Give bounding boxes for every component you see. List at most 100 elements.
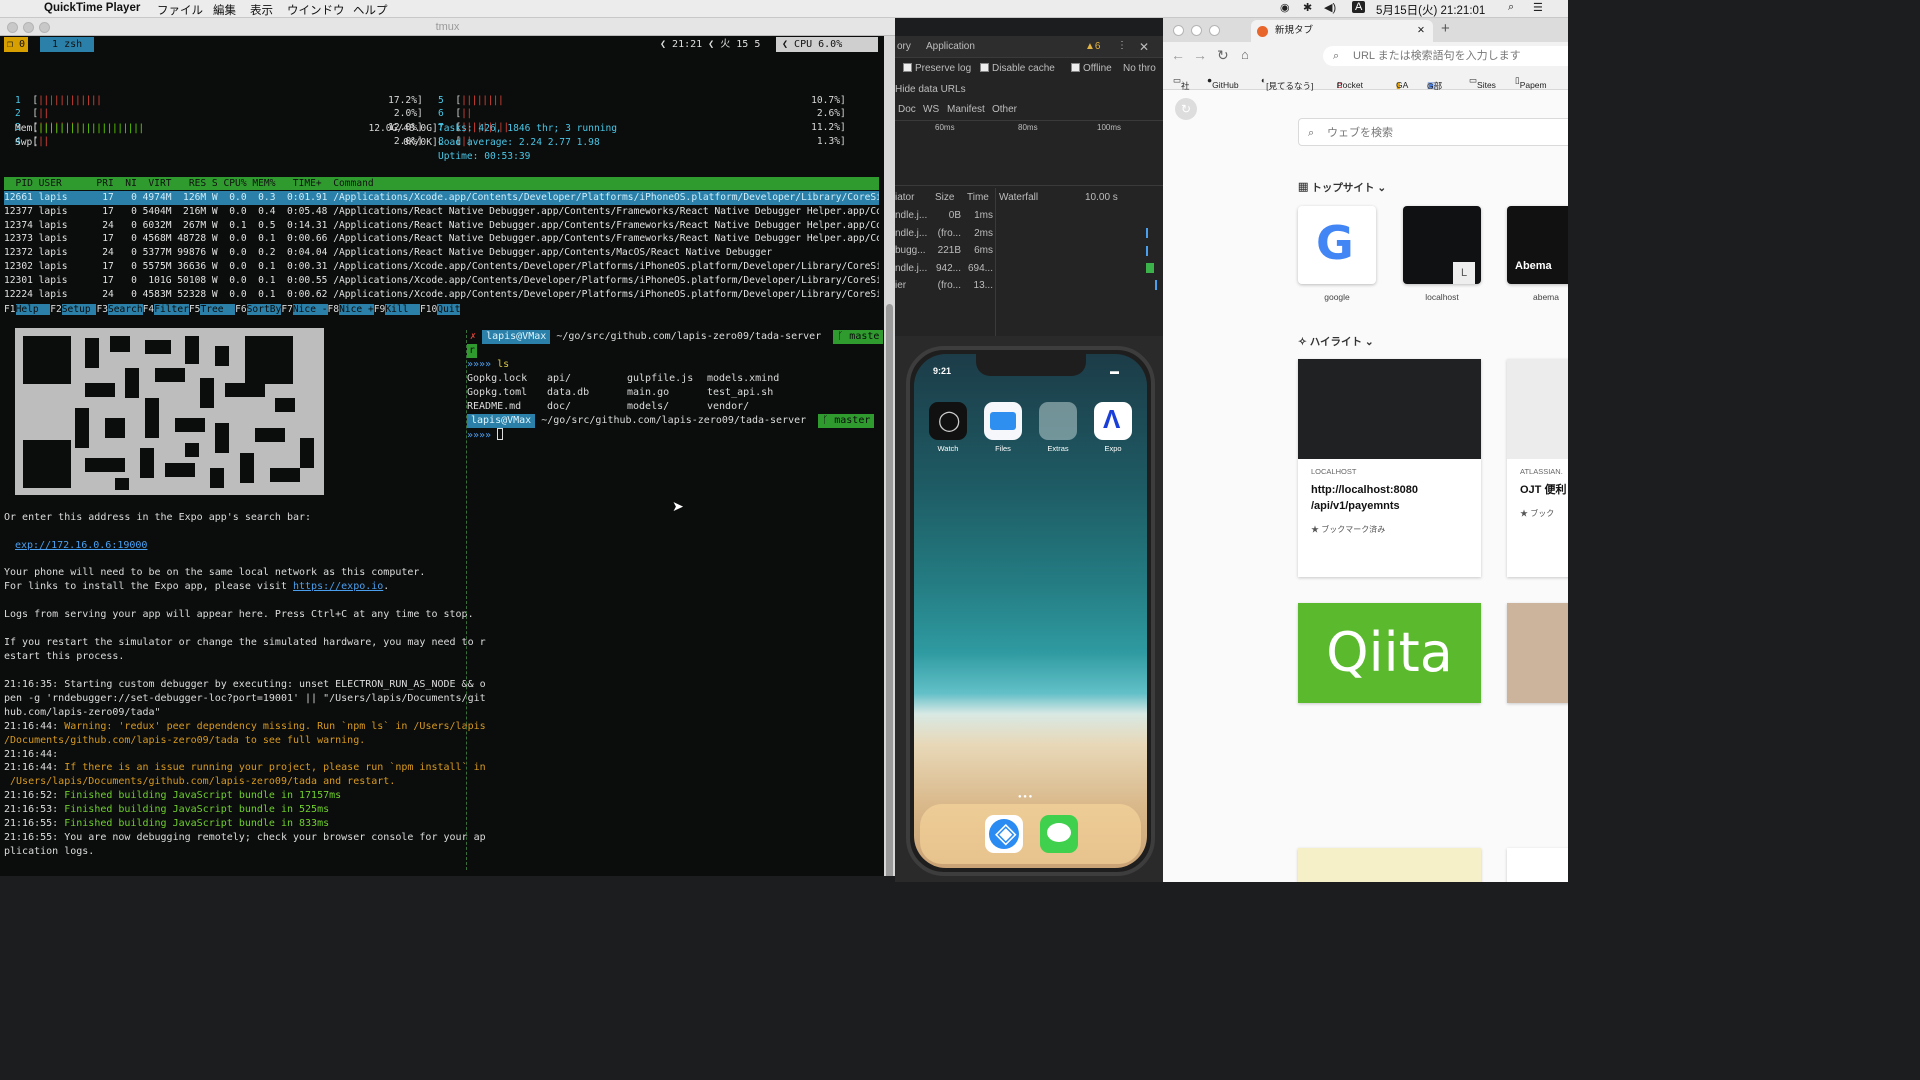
highlight-card[interactable]: GITHUBreact-na debugge integratireact-na… bbox=[1507, 603, 1568, 703]
expo-address-link[interactable]: exp://172.16.0.6:19000 bbox=[15, 539, 147, 553]
fkey-label[interactable]: Filter bbox=[154, 304, 189, 315]
bookmark-sites[interactable]: ▭ Sites bbox=[1469, 75, 1496, 90]
menu-window[interactable]: ウインドウ bbox=[287, 2, 345, 18]
col-time[interactable]: Time bbox=[967, 192, 989, 203]
input-source-icon[interactable]: A bbox=[1352, 1, 1366, 13]
filter-ws[interactable]: WS bbox=[923, 104, 939, 115]
devtools-close-icon[interactable]: ✕ bbox=[1139, 40, 1149, 54]
fkey-label[interactable]: Search bbox=[108, 304, 143, 315]
network-request-cell[interactable]: 1ms bbox=[967, 210, 993, 221]
bookmark-sha[interactable]: ▭ 社 bbox=[1173, 75, 1190, 91]
process-row[interactable]: 12224 lapis 24 0 4583M 52328 W 0.0 0.1 0… bbox=[4, 288, 879, 302]
highlight-card[interactable]: LOCALHOST http://localhost:8080 /api/v1/p… bbox=[1298, 359, 1481, 577]
tile-abema[interactable]: Abema bbox=[1507, 206, 1568, 284]
network-request-cell[interactable]: 6ms bbox=[967, 245, 993, 256]
process-row[interactable]: 12374 lapis 24 0 6032M 267M W 0.1 0.5 0:… bbox=[4, 219, 879, 233]
menu-clock[interactable]: 5月15日(火) 21:21:01 bbox=[1376, 2, 1485, 18]
expo-io-link[interactable]: https://expo.io bbox=[293, 581, 383, 592]
highlight-card[interactable] bbox=[1298, 848, 1481, 882]
bookmark-github[interactable]: ● GitHub bbox=[1207, 75, 1239, 90]
highlight-card[interactable] bbox=[1507, 848, 1568, 882]
new-tab-icon[interactable]: + bbox=[1441, 20, 1450, 37]
scroll-thumb[interactable] bbox=[886, 304, 893, 876]
fkey-f10[interactable]: F10 bbox=[420, 304, 437, 315]
terminal-titlebar[interactable]: tmux bbox=[0, 18, 895, 36]
bookmark-miteru[interactable]: ◐ [見てるなう] bbox=[1261, 75, 1313, 91]
network-request-cell[interactable]: 942... bbox=[935, 263, 961, 274]
network-request-cell[interactable]: (fro... bbox=[935, 228, 961, 239]
network-request-cell[interactable]: ndle.j... bbox=[895, 210, 927, 221]
spotlight-search-icon[interactable]: ⌕ bbox=[1508, 1, 1514, 14]
browser-close-button[interactable] bbox=[1173, 25, 1184, 36]
filter-manifest[interactable]: Manifest bbox=[947, 104, 985, 115]
filter-other[interactable]: Other bbox=[992, 104, 1017, 115]
network-request-cell[interactable]: (fro... bbox=[935, 280, 961, 291]
process-row[interactable]: 12661 lapis 17 0 4974M 126M W 0.0 0.3 0:… bbox=[4, 191, 879, 205]
firefox-window[interactable]: 新規タブ ✕ + ← → ↻ ⌂ ⌕ URL または検索語句を入力します ▭ 社 ●… bbox=[1163, 18, 1568, 882]
process-row[interactable]: 12377 lapis 17 0 5404M 216M W 0.0 0.4 0:… bbox=[4, 205, 879, 219]
menu-view[interactable]: 表示 bbox=[250, 2, 273, 18]
fkey-f9[interactable]: F9 bbox=[374, 304, 386, 315]
iphone-screen[interactable]: 9:21 ▬ ◯ Watch Files Extras Λ Expo ● ● ●… bbox=[914, 354, 1147, 868]
notification-center-icon[interactable]: ☰ bbox=[1533, 1, 1543, 14]
filter-doc[interactable]: Doc bbox=[898, 104, 916, 115]
fkey-label[interactable]: SortBy bbox=[246, 304, 282, 315]
tile-google[interactable]: G bbox=[1298, 206, 1376, 284]
offline-checkbox[interactable]: Offline bbox=[1071, 63, 1112, 74]
fkey-f2[interactable]: F2 bbox=[50, 304, 62, 315]
network-request-cell[interactable]: 221B bbox=[935, 245, 961, 256]
hide-data-urls[interactable]: Hide data URLs bbox=[895, 84, 966, 95]
fkey-f3[interactable]: F3 bbox=[96, 304, 108, 315]
fkey-f6[interactable]: F6 bbox=[235, 304, 247, 315]
col-size[interactable]: Size bbox=[935, 192, 954, 203]
page-dots[interactable]: ● ● ● bbox=[1018, 794, 1032, 800]
fkey-label[interactable]: Quit bbox=[437, 304, 461, 315]
process-row[interactable]: 12301 lapis 17 0 101G 50108 W 0.0 0.1 0:… bbox=[4, 274, 879, 288]
menu-help[interactable]: ヘルプ bbox=[353, 2, 388, 18]
throttle-select[interactable]: No thro bbox=[1123, 63, 1156, 74]
screen-record-icon[interactable]: ◉ bbox=[1280, 1, 1290, 14]
volume-icon[interactable]: ◀) bbox=[1324, 1, 1336, 14]
fkey-label[interactable]: Setup bbox=[61, 304, 97, 315]
devtools-tab-application[interactable]: Application bbox=[926, 41, 975, 52]
fkey-f8[interactable]: F8 bbox=[328, 304, 340, 315]
network-request-cell[interactable]: 2ms bbox=[967, 228, 993, 239]
safari-icon[interactable]: ◈ bbox=[985, 815, 1023, 853]
bookmark-papem[interactable]: ▯ Papem bbox=[1515, 75, 1547, 90]
fkey-label[interactable]: Nice + bbox=[339, 304, 374, 315]
files-app-icon[interactable] bbox=[984, 402, 1022, 440]
network-request-cell[interactable]: 0B bbox=[935, 210, 961, 221]
col-initiator[interactable]: iator bbox=[895, 192, 914, 203]
fkey-f7[interactable]: F7 bbox=[281, 304, 293, 315]
watch-app-icon[interactable]: ◯ bbox=[929, 402, 967, 440]
network-request-cell[interactable]: bugg... bbox=[895, 245, 926, 256]
tile-localhost[interactable]: L bbox=[1403, 206, 1481, 284]
disable-cache-checkbox[interactable]: Disable cache bbox=[980, 63, 1055, 74]
messages-icon[interactable] bbox=[1040, 815, 1078, 853]
preserve-log-checkbox[interactable]: Preserve log bbox=[903, 63, 971, 74]
network-request-cell[interactable]: ndle.j... bbox=[895, 263, 927, 274]
htop-process-header[interactable]: PID USER PRI NI VIRT RES S CPU% MEM% TIM… bbox=[4, 177, 879, 190]
fkey-label[interactable]: Kill bbox=[385, 304, 420, 315]
web-search-field[interactable]: ⌕ ウェブを検索 bbox=[1298, 118, 1568, 146]
menu-file[interactable]: ファイル bbox=[157, 2, 203, 18]
fkey-label[interactable]: Tree bbox=[200, 304, 236, 315]
bluetooth-icon[interactable]: ✱ bbox=[1303, 1, 1312, 14]
menu-edit[interactable]: 編集 bbox=[213, 2, 236, 18]
process-row[interactable]: 12372 lapis 24 0 5377M 99876 W 0.0 0.2 0… bbox=[4, 246, 879, 260]
terminal-scrollbar[interactable] bbox=[884, 36, 895, 876]
fkey-f5[interactable]: F5 bbox=[189, 304, 201, 315]
network-request-cell[interactable]: ndle.j... bbox=[895, 228, 927, 239]
fkey-f4[interactable]: F4 bbox=[143, 304, 155, 315]
menu-app-name[interactable]: QuickTime Player bbox=[44, 2, 140, 14]
back-icon[interactable]: ← bbox=[1171, 47, 1185, 63]
col-waterfall[interactable]: Waterfall bbox=[999, 192, 1038, 203]
process-row[interactable]: 12373 lapis 17 0 4568M 48728 W 0.0 0.1 0… bbox=[4, 232, 879, 246]
top-sites-heading[interactable]: ▦ トップサイト ⌄ bbox=[1298, 180, 1386, 195]
extras-folder-icon[interactable] bbox=[1039, 402, 1077, 440]
network-request-cell[interactable]: 13... bbox=[967, 280, 993, 291]
terminal-window[interactable]: tmux ❐ 0 1 zsh ❮ 21:21 ❮ 火 15 5 ❮ CPU 6.… bbox=[0, 18, 895, 876]
forward-icon[interactable]: → bbox=[1193, 47, 1207, 63]
home-icon[interactable]: ⌂ bbox=[1241, 47, 1249, 62]
browser-minimize-button[interactable] bbox=[1191, 25, 1202, 36]
